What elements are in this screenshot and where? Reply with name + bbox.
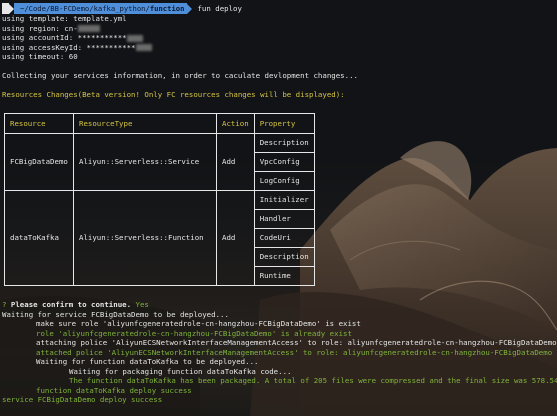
terminal-content: ~/Code/BB-FCDemo/kafka_python/function f… [0, 0, 557, 416]
segment-separator-icon [187, 3, 193, 14]
action-cell: Add [216, 133, 255, 191]
table-row: dataToKafka Aliyun::Serverless::Function… [4, 190, 315, 286]
command-text: fun deploy [197, 3, 242, 13]
log-line: Waiting for packaging function dataToKaf… [69, 366, 292, 376]
column-header: Property [253, 113, 315, 134]
resources-changes-heading: Resources Changes(Beta version! Only FC … [2, 90, 345, 99]
confirm-answer: Yes [135, 300, 149, 309]
confirm-question: Please confirm to continue. [10, 300, 132, 309]
terminal-window[interactable]: ~/Code/BB-FCDemo/kafka_python/function f… [0, 0, 557, 416]
property-cell: Description [253, 133, 315, 153]
resource-cell: FCBigDataDemo [4, 133, 74, 191]
redacted-value [135, 44, 152, 51]
property-cell: LogConfig [253, 171, 315, 191]
property-cell: Runtime [253, 266, 315, 286]
prompt-path-segment: ~/Code/BB-FCDemo/kafka_python/function [14, 3, 188, 14]
shell-prompt: ~/Code/BB-FCDemo/kafka_python/function f… [2, 3, 242, 14]
property-cell: Initializer [253, 190, 315, 210]
log-line: function dataToKafka deploy success [36, 385, 192, 395]
property-cell: CodeUri [253, 228, 315, 248]
redacted-value [126, 34, 143, 42]
resource-type-cell: Aliyun::Serverless::Service [73, 133, 217, 191]
path-current: function [149, 3, 185, 13]
resource-cell: dataToKafka [4, 190, 74, 286]
property-cell: Description [253, 247, 315, 267]
resource-type-cell: Aliyun::Serverless::Function [73, 190, 217, 286]
confirm-prompt: ? Please confirm to continue. Yes [2, 300, 149, 310]
log-line: attaching police 'AliyunECSNetworkInterf… [36, 338, 557, 347]
resources-table: Resource ResourceType Action Property FC… [4, 113, 315, 286]
property-cell: Handler [253, 209, 315, 229]
collecting-message: Collecting your services information, in… [2, 71, 358, 80]
log-line: attached police 'AliyunECSNetworkInterfa… [36, 347, 553, 357]
log-line: make sure role 'aliyunfcgeneratedrole-cn… [36, 319, 361, 328]
log-line: role 'aliyunfcgeneratedrole-cn-hangzhou-… [36, 328, 352, 338]
redacted-value [77, 25, 100, 32]
log-line: Waiting for function dataToKafka to be d… [36, 357, 259, 366]
info-line: using accountId: *********** [2, 33, 143, 43]
confirm-mark: ? [2, 300, 7, 309]
path-prefix: ~/Code/BB-FCDemo/kafka_python/ [20, 3, 150, 13]
info-line: using accessKeyId: *********** [2, 43, 152, 53]
table-header-row: Resource ResourceType Action Property [4, 113, 315, 134]
info-line: using region: cn- [2, 24, 100, 34]
log-line: Waiting for service FCBigDataDemo to be … [2, 309, 229, 319]
property-cell: VpcConfig [253, 152, 315, 172]
action-cell: Add [216, 190, 255, 286]
log-line: service FCBigDataDemo deploy success [2, 395, 163, 404]
info-line: using timeout: 60 [2, 52, 78, 61]
column-header: Action [216, 113, 255, 134]
log-line: The function dataToKafka has been packag… [69, 376, 557, 385]
info-line: using template: template.yml [2, 14, 127, 23]
column-header: Resource [4, 113, 74, 134]
column-header: ResourceType [73, 113, 217, 134]
table-row: FCBigDataDemo Aliyun::Serverless::Servic… [4, 133, 315, 191]
prompt-os-segment [2, 3, 9, 14]
